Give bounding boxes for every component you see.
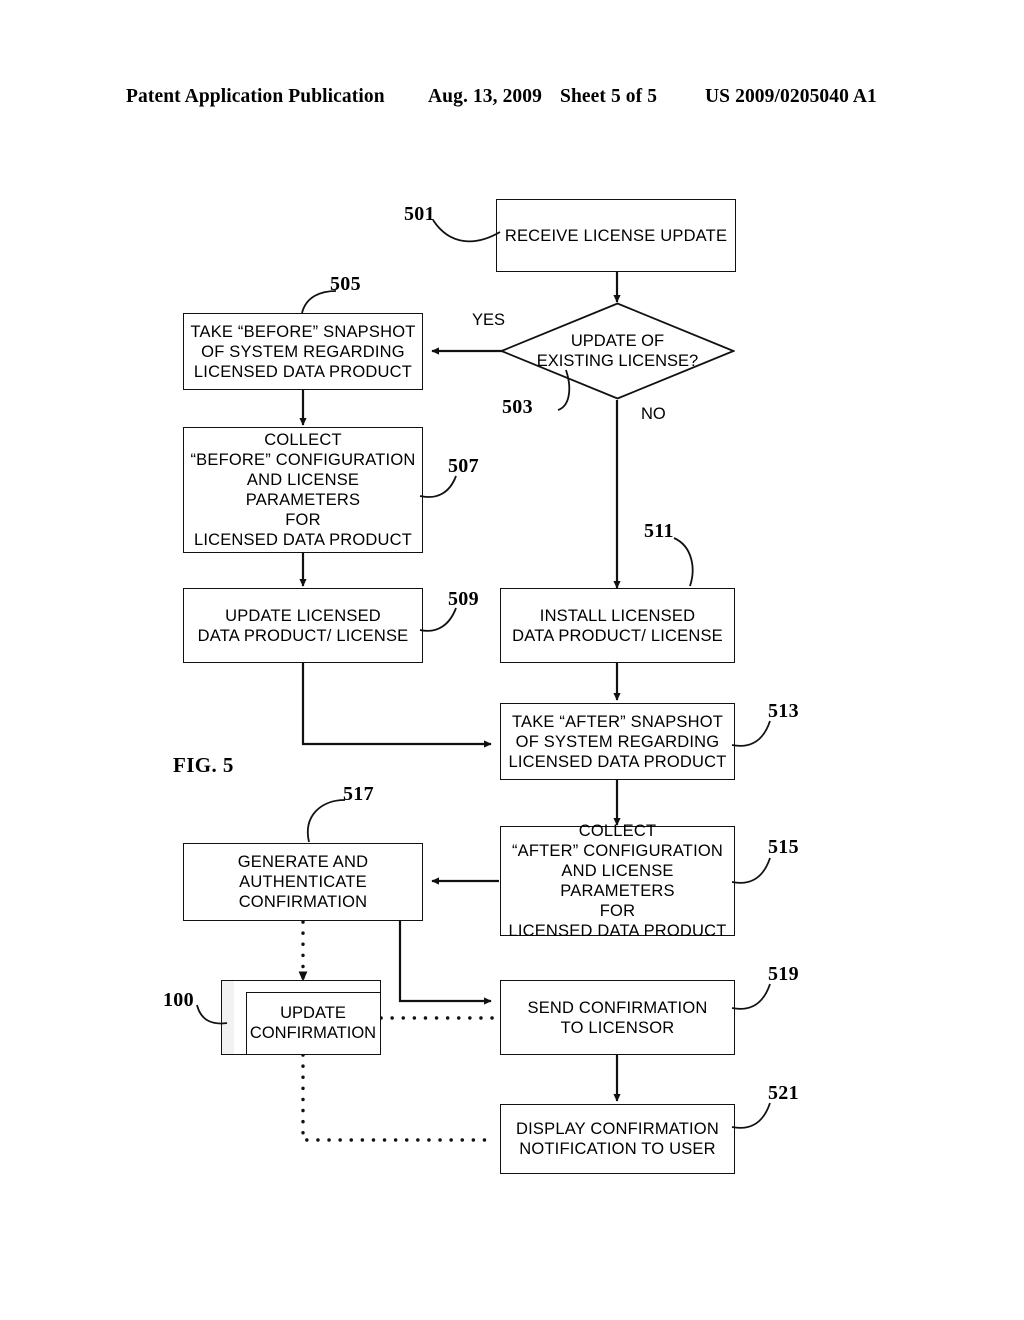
- leader-line-507: [419, 475, 457, 498]
- ref-503: 503: [502, 396, 533, 418]
- decision-label: UPDATE OF EXISTING LICENSE?: [536, 332, 699, 370]
- figure-caption: FIG. 5: [173, 753, 234, 777]
- node-decision-update-of-existing-license[interactable]: UPDATE OF EXISTING LICENSE?: [500, 302, 735, 400]
- leader-line-501: [432, 219, 501, 243]
- node-receive-license-update[interactable]: RECEIVE LICENSE UPDATE: [496, 199, 736, 272]
- leader-line-509: [419, 607, 457, 632]
- node-generate-and-authenticate-confirmation[interactable]: GENERATE AND AUTHENTICATE CONFIRMATION: [183, 843, 423, 921]
- leader-line-521: [731, 1102, 771, 1129]
- node-display-confirmation-notification[interactable]: DISPLAY CONFIRMATION NOTIFICATION TO USE…: [500, 1104, 735, 1174]
- leader-line-511: [673, 537, 694, 587]
- leader-line-517: [306, 799, 346, 843]
- node-collect-after-configuration[interactable]: COLLECT “AFTER” CONFIGURATION AND LICENS…: [500, 822, 735, 940]
- leader-line-515: [731, 857, 771, 884]
- edge-label-no: NO: [641, 405, 666, 423]
- leader-line-505: [301, 290, 337, 314]
- leader-line-519: [731, 983, 771, 1010]
- node-take-before-snapshot[interactable]: TAKE “BEFORE” SNAPSHOT OF SYSTEM REGARDI…: [183, 313, 423, 390]
- update-confirmation-label: UPDATE CONFIRMATION: [249, 1004, 377, 1042]
- leader-line-503: [557, 369, 571, 411]
- leader-line-100: [196, 1004, 228, 1025]
- ref-100: 100: [163, 989, 194, 1011]
- node-send-confirmation-to-licensor[interactable]: SEND CONFIRMATION TO LICENSOR: [500, 980, 735, 1055]
- leader-line-513: [731, 720, 771, 747]
- node-collect-before-configuration[interactable]: COLLECT “BEFORE” CONFIGURATION AND LICEN…: [183, 427, 423, 553]
- edge-label-yes: YES: [472, 311, 506, 329]
- node-update-licensed-data-product[interactable]: UPDATE LICENSED DATA PRODUCT/ LICENSE: [183, 588, 423, 663]
- patent-figure: RECEIVE LICENSE UPDATE 501 UPDATE OF EXI…: [0, 0, 1024, 1320]
- node-take-after-snapshot[interactable]: TAKE “AFTER” SNAPSHOT OF SYSTEM REGARDIN…: [500, 703, 735, 780]
- node-install-licensed-data-product[interactable]: INSTALL LICENSED DATA PRODUCT/ LICENSE: [500, 588, 735, 663]
- node-update-confirmation-window[interactable]: UPDATE CONFIRMATION: [221, 980, 381, 1055]
